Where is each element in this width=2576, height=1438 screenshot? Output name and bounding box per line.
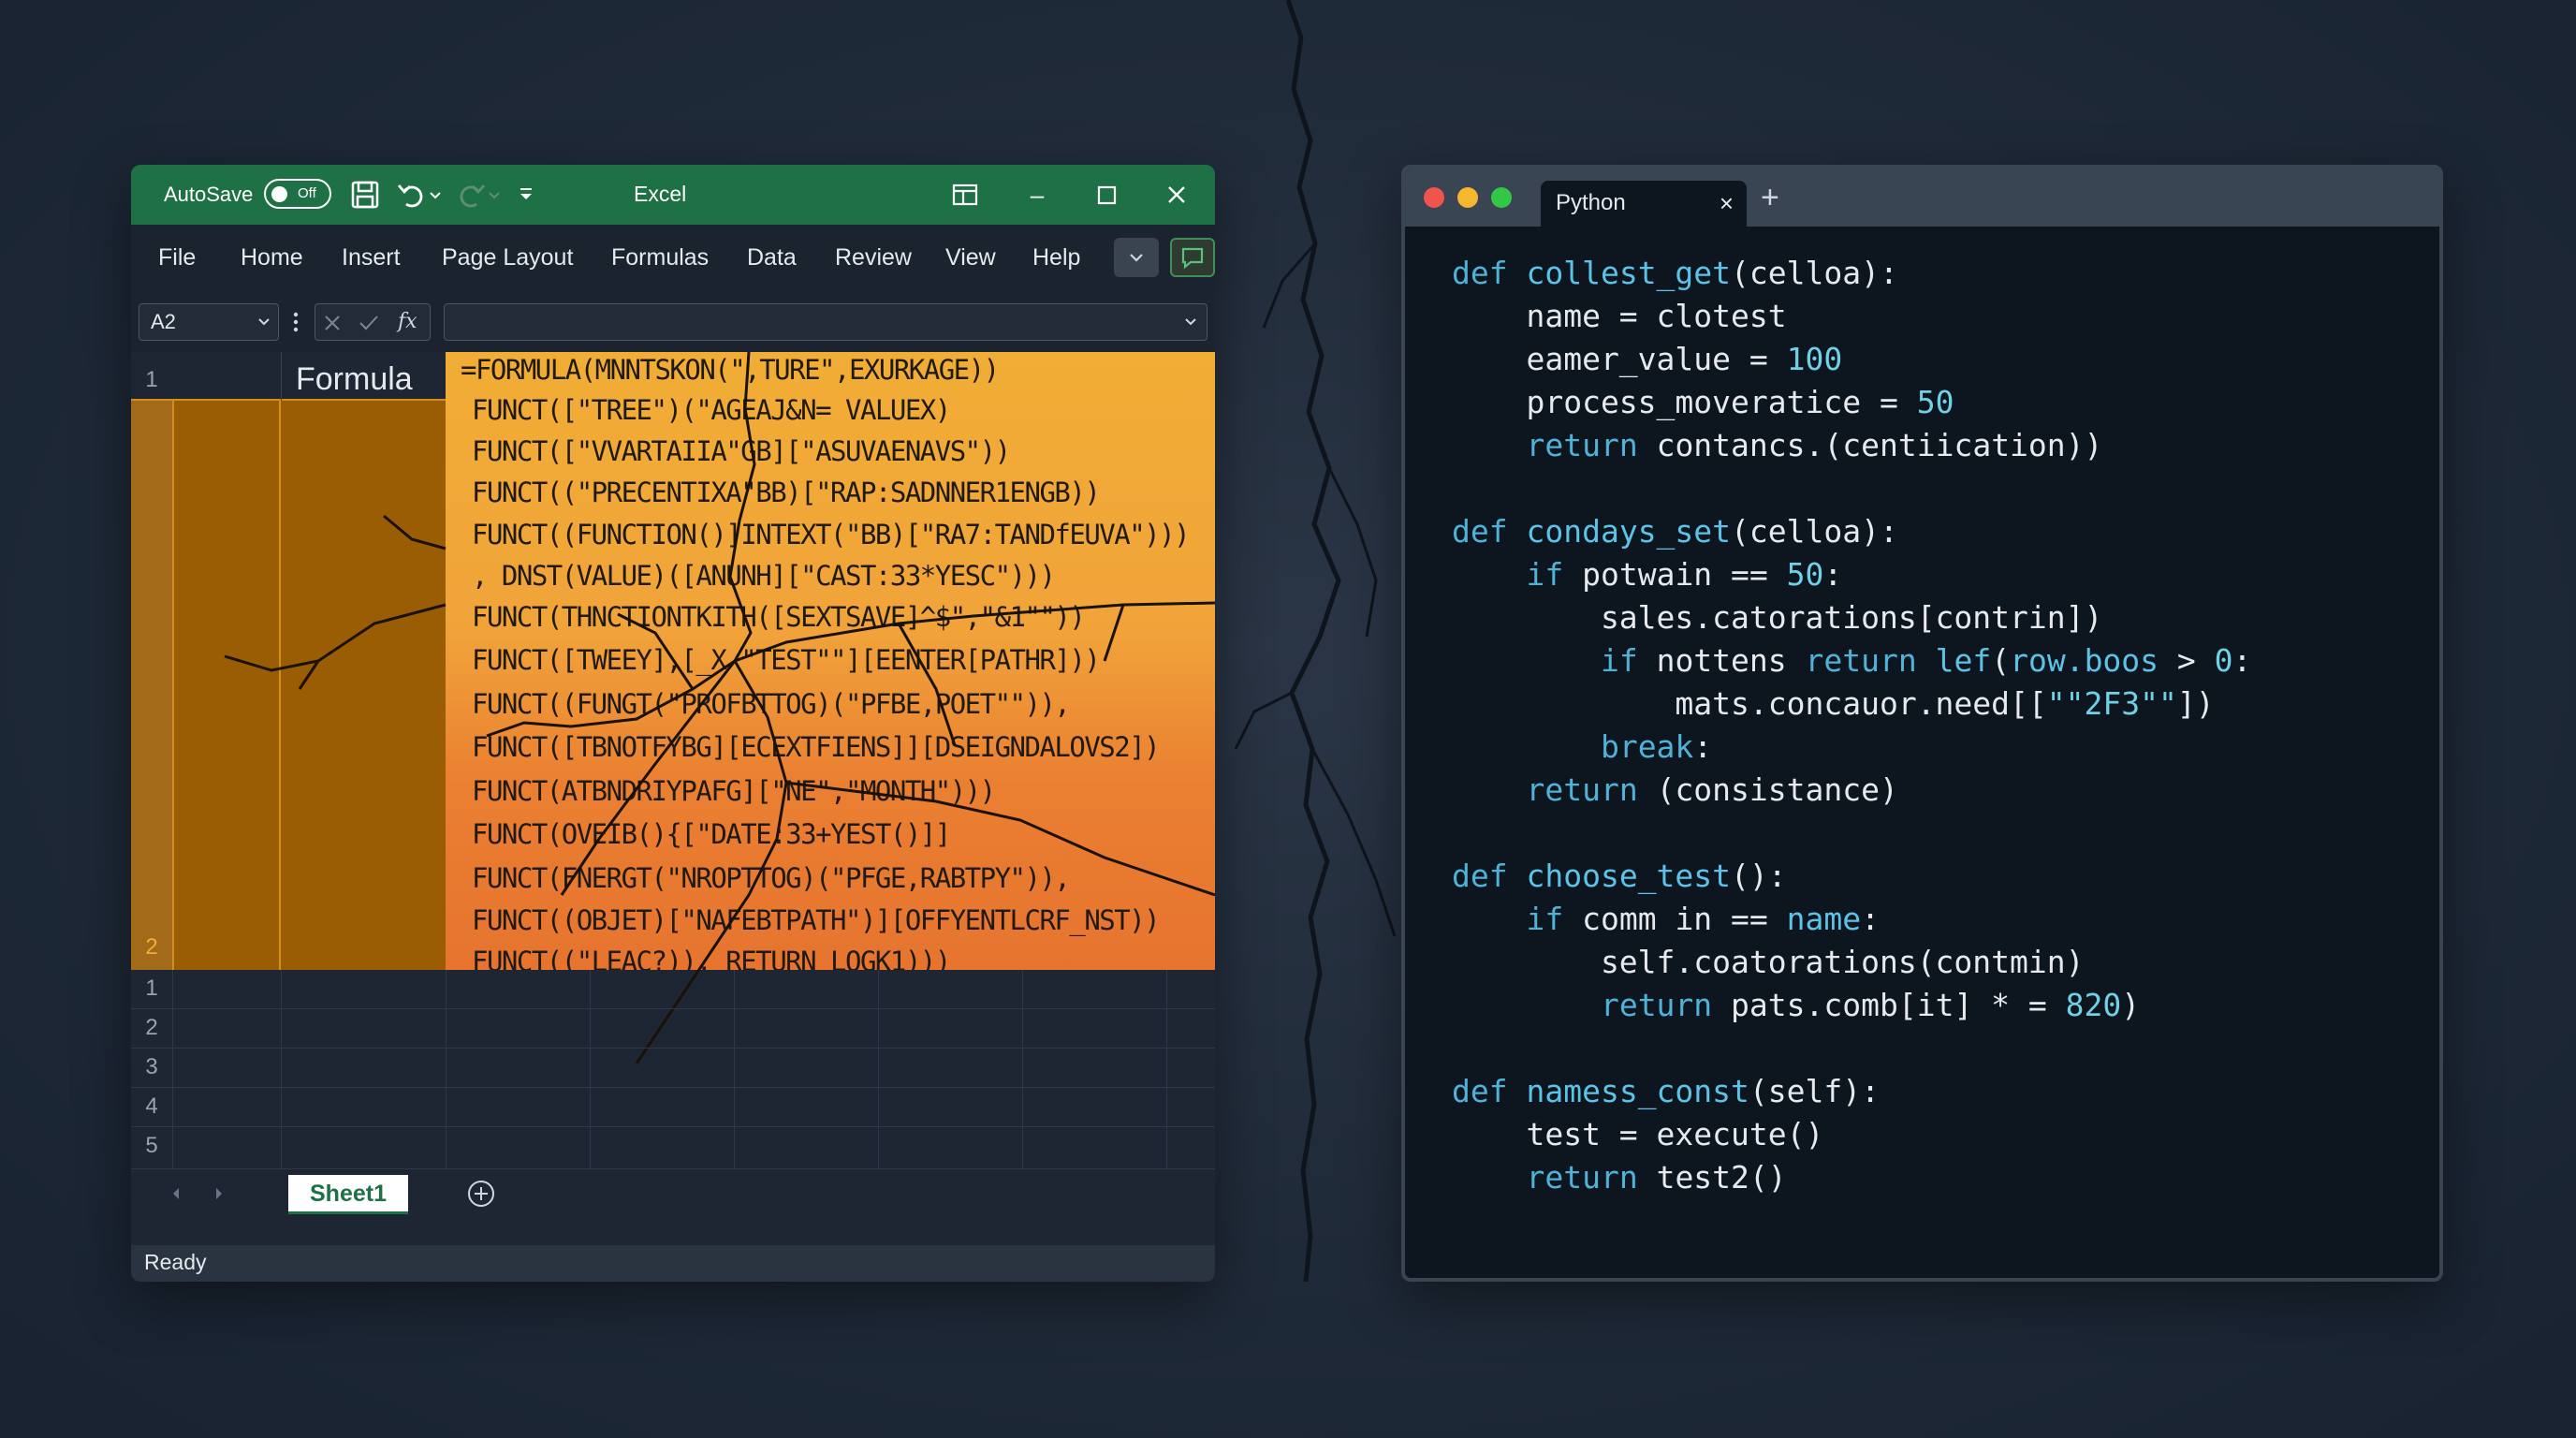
enter-icon[interactable] xyxy=(359,314,379,332)
name-box[interactable]: A2 xyxy=(139,303,279,341)
tab-review[interactable]: Review xyxy=(835,244,912,271)
code-line: return contancs.(centiication)) xyxy=(1526,427,2103,463)
python-title-bar: Python × + xyxy=(1405,169,2439,227)
comment-icon xyxy=(1181,247,1204,270)
code-line: process_moveratice = 50 xyxy=(1452,384,1954,420)
autosave-toggle[interactable]: Off xyxy=(264,179,331,209)
close-icon[interactable] xyxy=(1158,176,1195,213)
tab-data[interactable]: Data xyxy=(747,244,797,271)
worksheet-grid: Formula 1 2 =FORMULA(MNNTSKON(",TURE",EX… xyxy=(131,352,1215,1168)
undo-dropdown-icon[interactable] xyxy=(426,178,445,212)
maximize-window-icon[interactable] xyxy=(1491,187,1512,208)
undo-icon[interactable] xyxy=(395,178,429,212)
row-number[interactable]: 2 xyxy=(131,1015,172,1041)
tab-formulas[interactable]: Formulas xyxy=(611,244,709,271)
code-line: return test2() xyxy=(1526,1159,1787,1196)
expand-formula-icon[interactable] xyxy=(1184,317,1197,327)
table-row xyxy=(131,1127,1215,1167)
toggle-knob xyxy=(271,186,287,202)
column-divider xyxy=(878,970,879,1168)
row-number[interactable]: 3 xyxy=(131,1054,172,1080)
chevron-down-icon xyxy=(1130,254,1143,262)
column-divider xyxy=(590,970,591,1168)
ribbon-display-icon[interactable] xyxy=(948,178,982,212)
save-icon[interactable] xyxy=(348,178,382,212)
chevron-down-icon xyxy=(258,318,270,326)
tab-python[interactable]: Python × xyxy=(1541,181,1747,227)
minimize-window-icon[interactable] xyxy=(1457,187,1478,208)
cancel-icon[interactable] xyxy=(323,314,342,332)
redo-dropdown-icon[interactable] xyxy=(485,178,504,212)
code-line: test = execute() xyxy=(1452,1116,1824,1152)
formula-actions: fx xyxy=(315,303,431,341)
tab-page-layout[interactable]: Page Layout xyxy=(442,244,573,271)
close-tab-icon[interactable]: × xyxy=(1720,181,1734,226)
code-line: self.coatorations(contmin) xyxy=(1452,944,2085,980)
name-box-value: A2 xyxy=(151,310,176,333)
code-line: eamer_value = 100 xyxy=(1452,341,1843,377)
code-line: return (consistance) xyxy=(1526,771,1898,808)
code-line: def collest_get(celloa): xyxy=(1452,255,1898,291)
row-number[interactable]: 1 xyxy=(131,976,172,1002)
table-row xyxy=(131,1088,1215,1127)
column-divider xyxy=(734,970,735,1168)
code-line: name = clotest xyxy=(1452,298,1787,334)
code-line: if potwain == 50: xyxy=(1526,556,1843,593)
column-divider xyxy=(281,970,282,1168)
toggle-state: Off xyxy=(298,185,316,201)
code-line: break: xyxy=(1600,728,1713,765)
new-tab-icon[interactable]: + xyxy=(1761,180,1779,216)
code-line: def condays_set(celloa): xyxy=(1452,513,1898,550)
add-sheet-icon[interactable] xyxy=(466,1179,496,1209)
autosave-label: AutoSave xyxy=(164,183,254,206)
sheet-tab-sheet1[interactable]: Sheet1 xyxy=(288,1175,408,1214)
code-line: sales.catorations[contrin]) xyxy=(1452,599,2103,636)
code-line: def namess_const(self): xyxy=(1452,1073,1880,1109)
excel-window: AutoSave Off Excel – File Home Insert Pa… xyxy=(131,165,1215,1282)
sheet-tabs-bar: Sheet1 xyxy=(131,1168,1215,1245)
code-line: if nottens return lef(row.boos > 0: xyxy=(1600,642,2252,679)
column-divider xyxy=(1022,970,1023,1168)
code-line: def choose_test(): xyxy=(1452,858,1787,894)
table-row xyxy=(131,1009,1215,1049)
table-row xyxy=(131,970,1215,1009)
tab-help[interactable]: Help xyxy=(1032,244,1080,271)
minimize-icon[interactable]: – xyxy=(1018,176,1056,213)
column-divider xyxy=(172,970,173,1168)
tab-insert[interactable]: Insert xyxy=(342,244,401,271)
formula-input[interactable] xyxy=(444,303,1208,341)
document-title: Excel xyxy=(634,182,687,206)
row-number[interactable]: 4 xyxy=(131,1093,172,1120)
comments-button[interactable] xyxy=(1170,238,1215,277)
formula-bar: A2 fx xyxy=(131,290,1215,352)
insert-function-icon[interactable]: fx xyxy=(398,304,417,340)
ribbon-collapse-button[interactable] xyxy=(1114,238,1159,277)
tab-home[interactable]: Home xyxy=(241,244,303,271)
code-line: mats.concauor.need[[""2F3""]) xyxy=(1452,685,2215,722)
redo-icon[interactable] xyxy=(454,178,488,212)
chevron-right-icon[interactable] xyxy=(212,1184,227,1203)
code-line: if comm in == name: xyxy=(1526,901,1881,937)
tab-label: Python xyxy=(1556,190,1626,215)
row-number[interactable]: 5 xyxy=(131,1133,172,1159)
code-line: return pats.comb[it] * = 820) xyxy=(1600,987,2141,1023)
close-window-icon[interactable] xyxy=(1424,187,1444,208)
maximize-icon[interactable] xyxy=(1088,176,1125,213)
column-divider xyxy=(1166,970,1167,1168)
python-window: Python × + def collest_get(celloa): name… xyxy=(1401,165,2443,1282)
table-row xyxy=(131,1049,1215,1088)
tab-view[interactable]: View xyxy=(945,244,996,271)
excel-title-bar: AutoSave Off Excel – xyxy=(131,165,1215,225)
more-options-icon[interactable] xyxy=(292,311,300,333)
tab-file[interactable]: File xyxy=(158,244,196,271)
status-bar: Ready xyxy=(131,1245,1215,1282)
customize-toolbar-icon[interactable] xyxy=(515,178,537,212)
ribbon-tabs: File Home Insert Page Layout Formulas Da… xyxy=(131,225,1215,290)
chevron-left-icon[interactable] xyxy=(168,1184,183,1203)
